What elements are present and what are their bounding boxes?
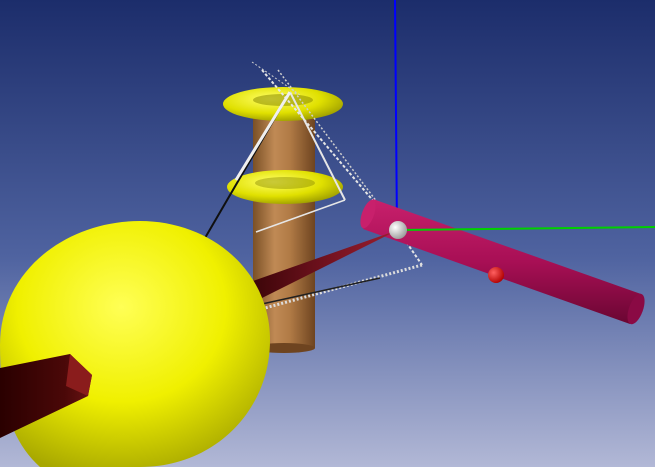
red-ball[interactable] [488,267,504,283]
white-ball[interactable] [389,221,407,239]
3d-viewport[interactable] [0,0,655,467]
3d-scene[interactable] [0,0,655,467]
yellow-sphere[interactable] [0,221,270,467]
lower-yellow-torus[interactable] [227,170,343,204]
